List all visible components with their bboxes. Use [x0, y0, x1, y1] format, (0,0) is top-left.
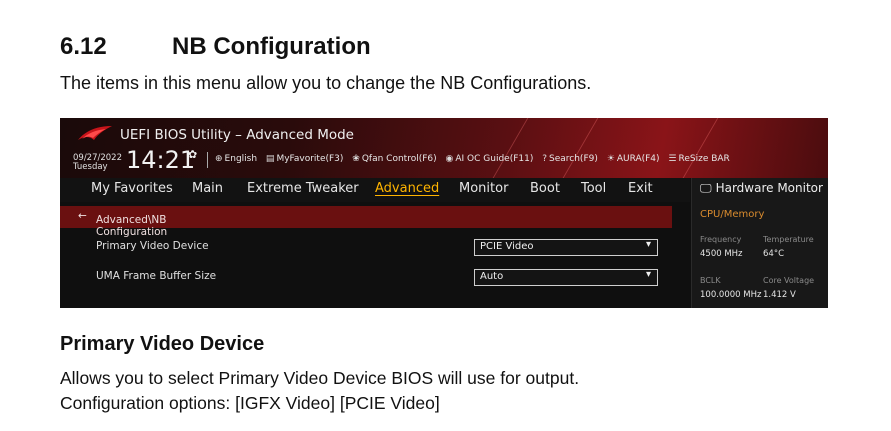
setting-label: UMA Frame Buffer Size [96, 270, 217, 282]
bios-header: UEFI BIOS Utility – Advanced Mode 09/27/… [60, 118, 828, 178]
toolbar-label: Qfan Control(F6) [361, 154, 437, 164]
section-number: 6.12 [60, 33, 107, 60]
tab-tool[interactable]: Tool [581, 181, 606, 196]
tab-boot[interactable]: Boot [530, 181, 560, 196]
tab-extreme-tweaker[interactable]: Extreme Tweaker [247, 181, 359, 196]
rog-logo-icon [78, 126, 112, 140]
bclk-label: BCLK [700, 276, 721, 285]
setting-label: Primary Video Device [96, 240, 209, 252]
select-value: PCIE Video [480, 241, 534, 252]
bclk-value: 100.0000 MHz [700, 290, 762, 300]
intro-paragraph: The items in this menu allow you to chan… [60, 73, 592, 93]
clock-display: 14:21 [126, 146, 196, 174]
resize-bar-icon: ☰ [668, 154, 677, 164]
decor-line [492, 118, 529, 178]
monitor-icon: 🖵 [700, 181, 712, 195]
toolbar-aura[interactable]: ☀ AURA(F4) [607, 154, 660, 164]
decor-line [562, 118, 599, 178]
description-line: Allows you to select Primary Video Devic… [60, 368, 580, 388]
primary-video-device-select[interactable]: PCIE Video ▾ [474, 239, 658, 256]
frequency-label: Frequency [700, 235, 742, 244]
hw-monitor-title-text: Hardware Monitor [715, 181, 823, 195]
dropdown-arrow-icon: ▾ [645, 239, 651, 250]
hw-section-title: CPU/Memory [700, 209, 765, 220]
gear-icon[interactable]: ✿ [188, 148, 197, 161]
toolbar-label: Search(F9) [549, 154, 598, 164]
tab-advanced[interactable]: Advanced [375, 181, 439, 196]
bios-screenshot: UEFI BIOS Utility – Advanced Mode 09/27/… [60, 118, 828, 308]
toolbar-label: ReSize BAR [678, 154, 730, 164]
toolbar-ai-oc-guide[interactable]: ◉ AI OC Guide(F11) [446, 154, 534, 164]
options-line: Configuration options: [IGFX Video] [PCI… [60, 393, 440, 413]
toolbar-myfavorite[interactable]: ▤ MyFavorite(F3) [266, 154, 344, 164]
tab-main[interactable]: Main [192, 181, 223, 196]
divider [207, 152, 208, 168]
temperature-label: Temperature [763, 235, 814, 244]
toolbar-search[interactable]: ? Search(F9) [542, 154, 598, 164]
uma-frame-buffer-select[interactable]: Auto ▾ [474, 269, 658, 286]
fan-icon: ❀ [352, 154, 360, 164]
toolbar-resize-bar[interactable]: ☰ ReSize BAR [668, 154, 729, 164]
toolbar: ⊕ English ▤ MyFavorite(F3) ❀ Qfan Control(F… [215, 154, 736, 164]
search-icon: ? [542, 154, 548, 164]
toolbar-label: MyFavorite(F3) [276, 154, 344, 164]
tab-monitor[interactable]: Monitor [459, 181, 508, 196]
dropdown-arrow-icon: ▾ [645, 269, 651, 280]
hw-monitor-title: 🖵 Hardware Monitor [700, 181, 823, 196]
tab-exit[interactable]: Exit [628, 181, 653, 196]
ai-guide-icon: ◉ [445, 154, 454, 164]
day-text: Tuesday [73, 162, 108, 172]
core-voltage-label: Core Voltage [763, 276, 815, 285]
core-voltage-value: 1.412 V [763, 290, 796, 300]
toolbar-label: AI OC Guide(F11) [455, 154, 534, 164]
aura-icon: ☀ [606, 154, 615, 164]
breadcrumb-text: ← Advanced\NB Configuration [78, 210, 168, 238]
bios-title: UEFI BIOS Utility – Advanced Mode [120, 127, 354, 143]
section-heading: 6.12 NB Configuration [60, 33, 371, 61]
tab-my-favorites[interactable]: My Favorites [91, 181, 173, 196]
toolbar-label: AURA(F4) [616, 154, 660, 164]
globe-icon: ⊕ [215, 154, 223, 164]
favorites-icon: ▤ [265, 154, 275, 164]
toolbar-qfan[interactable]: ❀ Qfan Control(F6) [352, 154, 436, 164]
date-display: 09/27/2022 Tuesday [73, 154, 122, 172]
hardware-monitor-panel: 🖵 Hardware Monitor CPU/Memory Frequency 4… [691, 178, 828, 308]
breadcrumb-label: Advanced\NB Configuration [96, 214, 168, 238]
decor-line [682, 118, 719, 178]
toolbar-language[interactable]: ⊕ English [215, 154, 257, 164]
frequency-value: 4500 MHz [700, 249, 743, 259]
breadcrumb[interactable]: ← Advanced\NB Configuration [60, 206, 672, 238]
subsection-title: Primary Video Device [60, 333, 265, 355]
temperature-value: 64°C [763, 249, 785, 259]
select-value: Auto [480, 271, 504, 282]
toolbar-label: English [224, 154, 258, 164]
section-title: NB Configuration [172, 33, 371, 60]
